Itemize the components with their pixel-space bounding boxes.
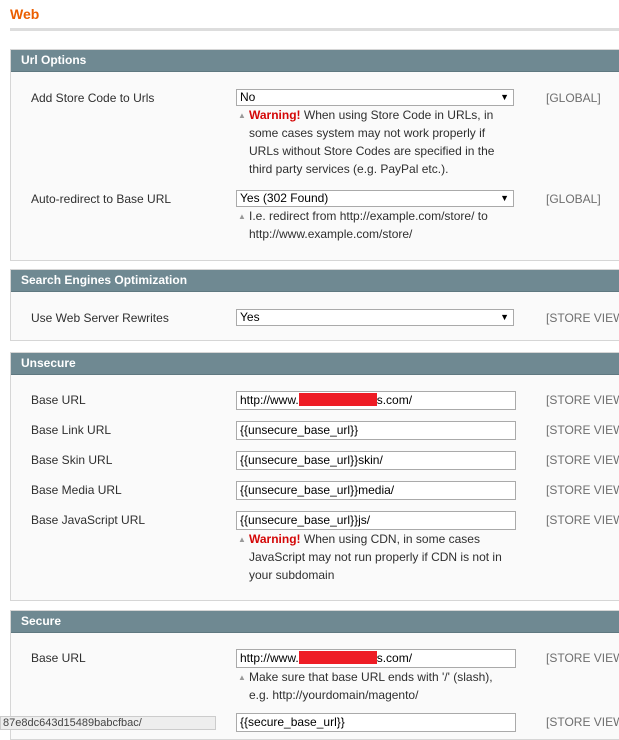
unsecure-base-link-url-scope: [STORE VIEW [546, 423, 619, 437]
dropdown-arrow-icon: ▼ [500, 193, 509, 203]
dropdown-arrow-icon: ▼ [500, 312, 509, 322]
secure-base-url-note: ▲ Make sure that base URL ends with '/' … [238, 670, 493, 702]
unsecure-base-js-url-input[interactable]: {{unsecure_base_url}}js/ [236, 511, 516, 530]
unsecure-base-media-url-scope: [STORE VIEW [546, 483, 619, 497]
unsecure-base-js-url-label: Base JavaScript URL [31, 513, 146, 527]
unsecure-base-link-url-input[interactable]: {{unsecure_base_url}} [236, 421, 516, 440]
secure-header[interactable]: Secure [11, 611, 619, 633]
unsecure-base-link-url-label: Base Link URL [31, 423, 112, 437]
seo-header[interactable]: Search Engines Optimization [11, 270, 619, 292]
unsecure-base-url-label: Base URL [31, 393, 86, 407]
auto-redirect-scope: [GLOBAL] [546, 192, 601, 206]
unsecure-section: Unsecure Base URL http://www. s.com/ [STO… [10, 352, 619, 601]
note-arrow-icon: ▲ [238, 673, 246, 682]
note-arrow-icon: ▲ [238, 535, 246, 544]
web-server-rewrites-select[interactable]: Yes ▼ [236, 309, 514, 326]
add-store-code-label: Add Store Code to Urls [31, 91, 155, 105]
seo-section: Search Engines Optimization Use Web Serv… [10, 269, 619, 341]
note-arrow-icon: ▲ [238, 111, 246, 120]
unsecure-base-js-url-note: ▲ Warning! When using CDN, in some cases… [238, 532, 502, 582]
add-store-code-value: No [240, 90, 256, 104]
web-server-rewrites-scope: [STORE VIEW [546, 311, 619, 325]
add-store-code-scope: [GLOBAL] [546, 91, 601, 105]
redacted-domain [298, 393, 377, 407]
auto-redirect-select[interactable]: Yes (302 Found) ▼ [236, 190, 514, 207]
url-options-header[interactable]: Url Options [11, 50, 619, 72]
auto-redirect-value: Yes (302 Found) [240, 191, 329, 205]
auto-redirect-label: Auto-redirect to Base URL [31, 192, 172, 206]
redacted-domain [298, 651, 377, 665]
secure-base-url-scope: [STORE VIEW [546, 651, 619, 665]
unsecure-base-url-input[interactable]: http://www. s.com/ [236, 391, 516, 410]
secure-base-url-input[interactable]: http://www. s.com/ [236, 649, 516, 668]
note-arrow-icon: ▲ [238, 212, 246, 221]
unsecure-header[interactable]: Unsecure [11, 353, 619, 375]
web-server-rewrites-label: Use Web Server Rewrites [31, 311, 169, 325]
warning-label: Warning! [249, 108, 301, 122]
web-server-rewrites-value: Yes [240, 310, 260, 324]
unsecure-base-skin-url-label: Base Skin URL [31, 453, 113, 467]
unsecure-base-url-scope: [STORE VIEW [546, 393, 619, 407]
auto-redirect-note: ▲ I.e. redirect from http://example.com/… [238, 209, 488, 241]
unsecure-base-media-url-input[interactable]: {{unsecure_base_url}}media/ [236, 481, 516, 500]
add-store-code-select[interactable]: No ▼ [236, 89, 514, 106]
title-divider [10, 28, 619, 31]
warning-label: Warning! [249, 532, 301, 546]
page-title: Web [10, 6, 40, 22]
unsecure-base-js-url-scope: [STORE VIEW [546, 513, 619, 527]
unsecure-base-media-url-label: Base Media URL [31, 483, 122, 497]
secure-base-link-url-input[interactable]: {{secure_base_url}} [236, 713, 516, 732]
url-options-section: Url Options Add Store Code to Urls No ▼ … [10, 49, 619, 261]
secure-base-link-url-scope: [STORE VIEW [546, 715, 619, 729]
secure-base-url-label: Base URL [31, 651, 86, 665]
unsecure-base-skin-url-input[interactable]: {{unsecure_base_url}}skin/ [236, 451, 516, 470]
dropdown-arrow-icon: ▼ [500, 92, 509, 102]
unsecure-base-skin-url-scope: [STORE VIEW [546, 453, 619, 467]
add-store-code-note: ▲ Warning! When using Store Code in URLs… [238, 108, 495, 176]
